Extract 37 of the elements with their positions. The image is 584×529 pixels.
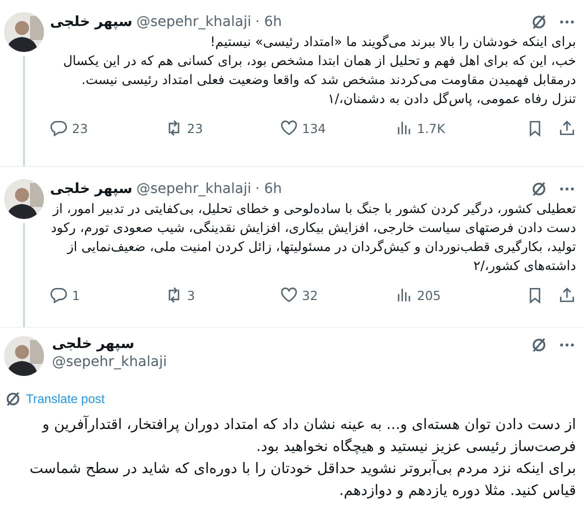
share-icon[interactable] <box>558 119 576 137</box>
post-text: تنزل رفاه عمومی، پاس‌گل دادن به دشمنان،/۱ <box>326 90 576 109</box>
heart-icon[interactable] <box>280 119 298 137</box>
author-handle[interactable]: @sepehr_khalaji <box>136 181 252 197</box>
post-text: برای اینکه نزد مردم بی‌آبروتر نشوید حداقل خودتان را با دوره‌ای که شاید در سطح شماست قیاس کنید. مثلا دوره یازدهم و دوازدهم. <box>28 458 576 501</box>
slashed-circle-icon[interactable] <box>530 13 548 31</box>
repost-count: 3 <box>187 288 195 302</box>
reply-count: 23 <box>72 120 88 136</box>
author-name[interactable]: سپهر خلجی <box>50 181 132 197</box>
post-time[interactable]: · 6h <box>255 181 282 197</box>
avatar[interactable] <box>4 336 44 376</box>
author-name[interactable]: سپهر خلجی <box>52 336 167 352</box>
author-name[interactable]: سپهر خلجی <box>50 14 132 30</box>
author-handle[interactable]: @sepehr_khalaji <box>136 14 252 30</box>
reply-count: 1 <box>72 288 80 302</box>
speech-bubble-icon[interactable] <box>50 286 68 304</box>
slashed-circle-icon[interactable] <box>530 336 548 354</box>
heart-icon[interactable] <box>280 286 298 304</box>
slashed-circle-icon[interactable] <box>530 180 548 198</box>
post-text: از دست دادن توان هسته‌ای و... به عینه نشان داد که امتداد دوران پرافتخار، اقتدارآفرین و فرصت‌ساز رئیسی عزیز نیستید و هیچگاه نخواهید بود. <box>40 414 576 457</box>
view-count: 205 <box>417 288 441 302</box>
bar-chart-icon[interactable] <box>395 286 413 304</box>
author-handle[interactable]: @sepehr_khalaji <box>52 354 167 370</box>
avatar[interactable] <box>4 12 44 52</box>
repost-count: 23 <box>187 120 203 136</box>
avatar[interactable] <box>4 179 44 219</box>
slashed-circle-icon <box>4 390 22 408</box>
like-count: 32 <box>302 288 318 302</box>
post-text: تعطیلی کشور، درگیر کردن کشور با جنگ با ساده‌لوحی و خطای تحلیل، بی‌کفایتی در تدبیر امور، از دست دادن فرصتهای سیاست خارجی، افزایش بیکاری، افزایش نقدینگی، شیب صعودی تورم، رکود تولید، بکارگیری قطب‌نوردان و کیش‌گردان در مسئولیتها، زائل کردن امنیت ملی، ضعیف‌نمایی از داشته‌های کشور،/۲ <box>50 200 576 276</box>
share-icon[interactable] <box>558 286 576 304</box>
view-count: 1.7K <box>417 120 446 136</box>
bar-chart-icon[interactable] <box>395 119 413 137</box>
post-text: خب، این که برای اهل فهم و تحلیل از همان ابتدا مشخص بود، برای کسانی هم که در این یکسال درمقابل فهمیدن مقاومت می‌کردند مشخص شد که واقعا وضعیت فعلی امتداد رئیسی نیست. <box>62 53 576 90</box>
post-text: برای اینکه خودشان را بالا ببرند می‌گویند ما «امتداد رئیسی» نیستیم! <box>209 34 576 52</box>
like-count: 134 <box>302 120 326 136</box>
post-time[interactable]: · 6h <box>255 14 282 30</box>
speech-bubble-icon[interactable] <box>50 119 68 137</box>
